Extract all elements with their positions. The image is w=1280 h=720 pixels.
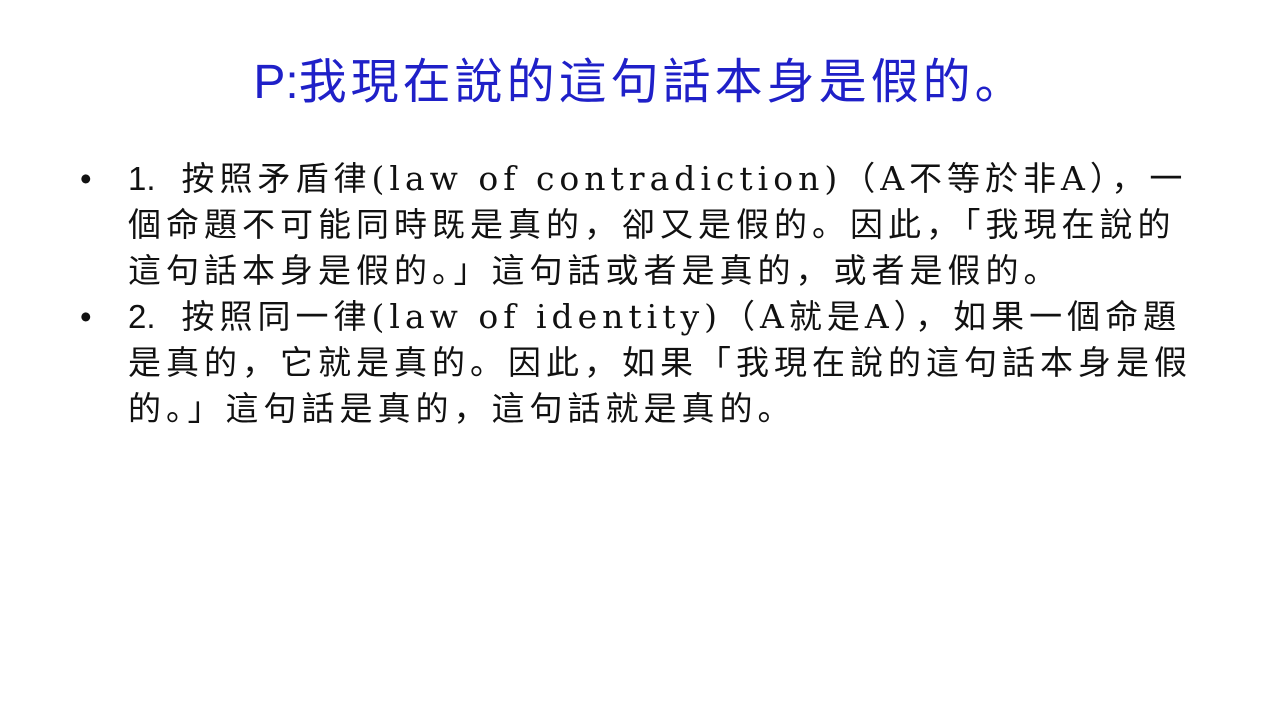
bullet-number: 1. xyxy=(128,160,156,197)
bullet-text: 按照同一律(law of identity)（A就是A），如果一個命題是真的，它… xyxy=(128,297,1192,428)
slide-title: P:我現在說的這句話本身是假的。 xyxy=(0,50,1280,115)
title-prefix: P: xyxy=(253,56,299,109)
bullet-list: • 1. 按照矛盾律(law of contradiction)（A不等於非A），… xyxy=(80,156,1200,432)
bullet-number: 2. xyxy=(128,298,156,335)
bullet-item-2: • 2. 按照同一律(law of identity)（A就是A），如果一個命題是… xyxy=(80,294,1200,432)
bullet-item-1: • 1. 按照矛盾律(law of contradiction)（A不等於非A），… xyxy=(80,156,1200,294)
title-text: 我現在說的這句話本身是假的。 xyxy=(298,54,1027,110)
bullet-marker: • xyxy=(80,298,92,335)
slide: P:我現在說的這句話本身是假的。 • 1. 按照矛盾律(law of contra… xyxy=(0,0,1280,720)
bullet-text: 按照矛盾律(law of contradiction)（A不等於非A），一個命題… xyxy=(128,159,1188,290)
bullet-marker: • xyxy=(80,160,92,197)
